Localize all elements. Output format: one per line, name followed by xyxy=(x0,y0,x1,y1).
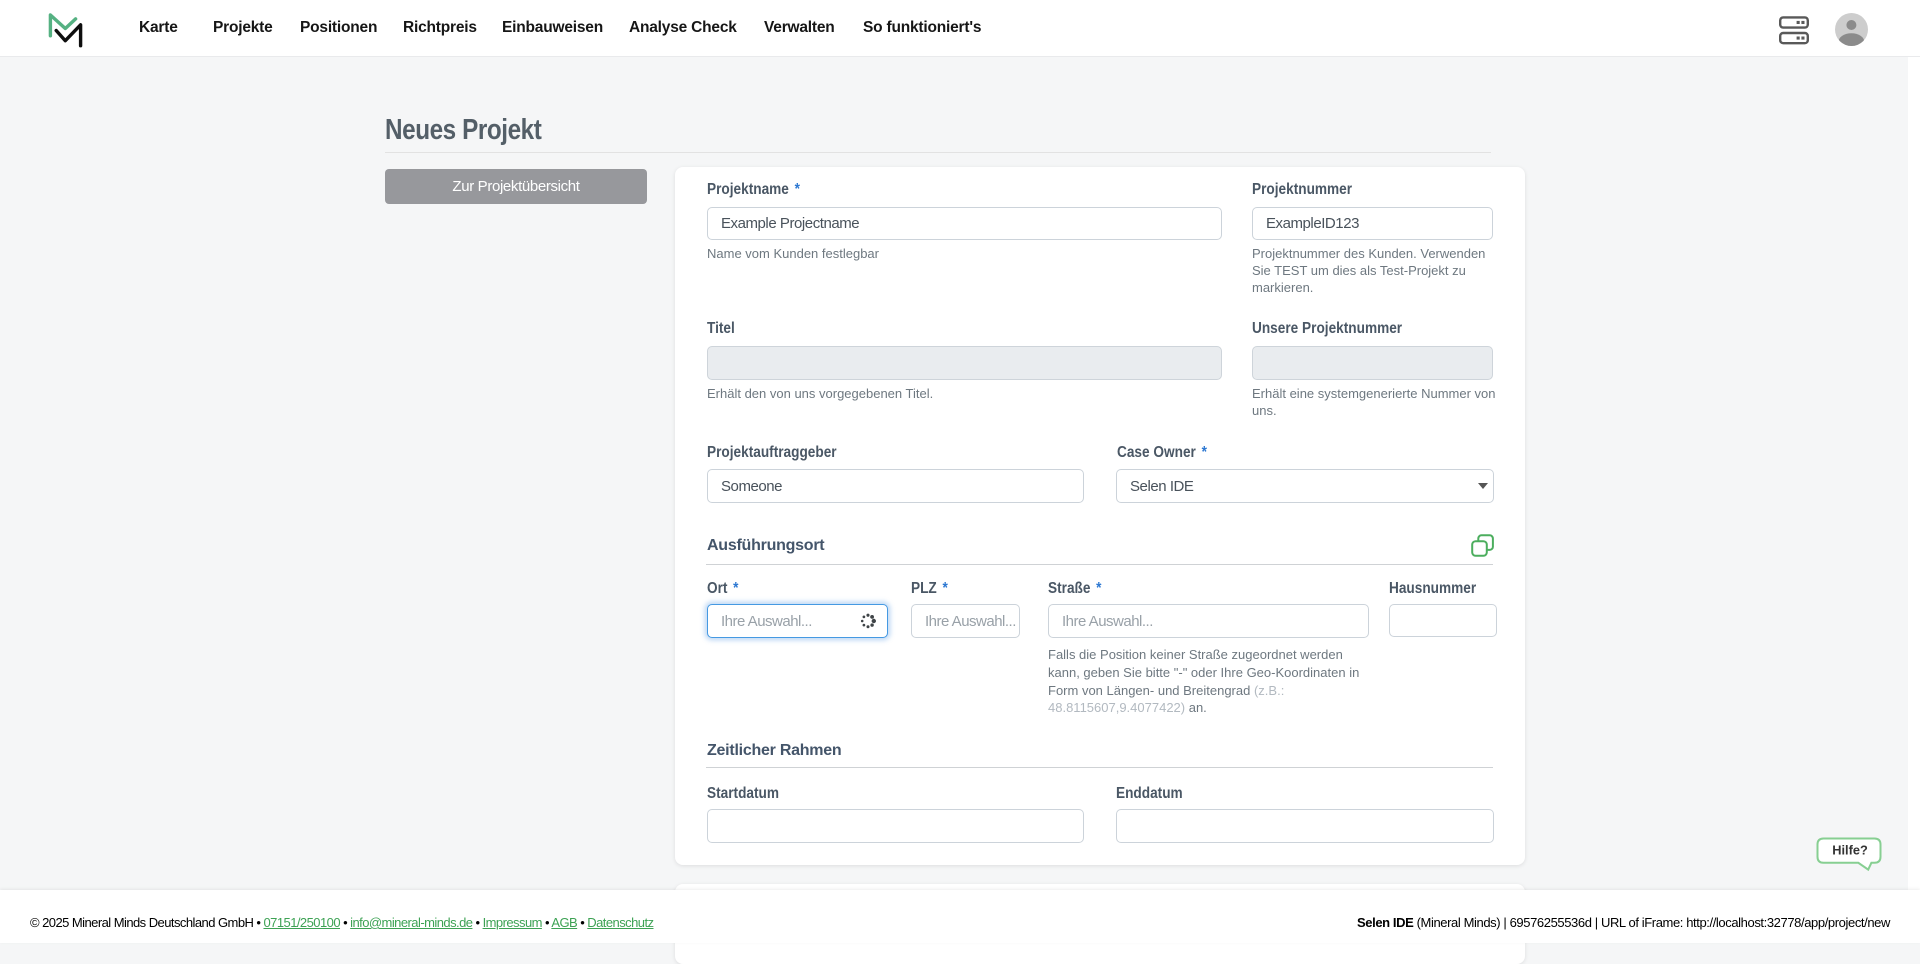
svg-text:Hilfe?: Hilfe? xyxy=(1832,842,1868,857)
